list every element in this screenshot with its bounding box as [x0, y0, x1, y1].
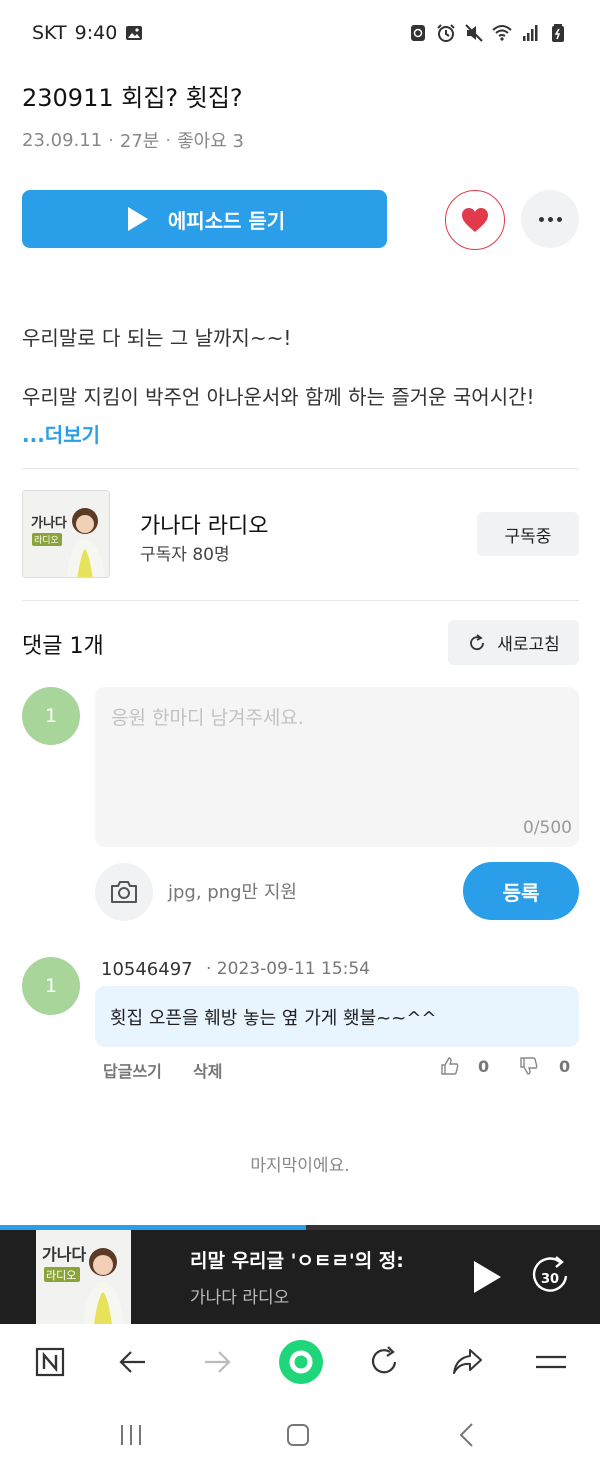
green-home-button[interactable]: [278, 1339, 324, 1385]
description-line-1: 우리말로 다 되는 그 날까지~~!: [22, 326, 292, 350]
signal-icon: [523, 25, 538, 41]
submit-comment-button[interactable]: 등록: [463, 862, 579, 920]
listen-episode-button[interactable]: 에피소드 듣기: [22, 190, 387, 248]
comment-dislike-button[interactable]: 0: [519, 1056, 570, 1076]
channel-subscriber-count: 구독자 80명: [140, 545, 230, 565]
system-nav-bar: [0, 1402, 600, 1467]
upload-hint: jpg, png만 지원: [168, 882, 297, 903]
mini-thumbnail-art: 가나다 라디오: [36, 1230, 131, 1324]
end-of-list-text: 마지막이에요.: [250, 1156, 350, 1176]
back-button[interactable]: [113, 1342, 153, 1382]
thumbs-down-icon: [520, 1057, 538, 1075]
naver-n-icon: [35, 1347, 65, 1377]
meta-separator: ·: [165, 129, 172, 151]
arrow-left-icon: [119, 1351, 145, 1373]
menu-button[interactable]: [531, 1342, 571, 1382]
mini-player[interactable]: 가나다 라디오 리말 우리글 'ㅇㅌㄹ'의 정: 가나다 라디오: [0, 1230, 600, 1324]
wifi-icon: [492, 25, 512, 41]
clock: 9:40: [74, 22, 118, 44]
status-bar: SKT 9:40: [0, 0, 600, 66]
recent-apps-icon: [121, 1425, 141, 1445]
listen-episode-label: 에피소드 듣기: [167, 208, 286, 233]
carrier-label: SKT: [32, 22, 67, 44]
comments-header: 댓글 1개: [22, 634, 104, 659]
mute-icon: [465, 24, 483, 42]
channel-thumbnail[interactable]: 가나다 라디오: [22, 490, 110, 578]
comment-dislike-count: 0: [559, 1056, 571, 1076]
channel-thumbnail-art: 가나다 라디오: [23, 491, 109, 577]
like-episode-button[interactable]: [445, 190, 505, 250]
browser-toolbar: [0, 1324, 600, 1402]
recycle-icon: [411, 25, 425, 41]
subscribe-button[interactable]: 구독중: [477, 512, 579, 556]
skip-label: 30: [541, 1272, 559, 1287]
mini-thumb-text-1: 가나다: [42, 1245, 86, 1264]
more-dot: [547, 216, 553, 222]
hamburger-icon: [536, 1355, 566, 1369]
episode-meta: 23.09.11 · 27분 · 좋아요 3: [22, 127, 244, 153]
delete-button[interactable]: 삭제: [193, 1058, 222, 1082]
mini-player-title: 리말 우리글 'ㅇㅌㄹ'의 정:: [190, 1250, 404, 1272]
recent-apps-button[interactable]: [116, 1420, 146, 1450]
channel-name[interactable]: 가나다 라디오: [140, 508, 268, 540]
avatar: 1: [22, 687, 80, 745]
avatar: 1: [22, 957, 80, 1015]
episode-duration: 27분: [119, 131, 160, 152]
system-back-button[interactable]: [452, 1420, 482, 1450]
channel-thumb-text-2: 라디오: [34, 535, 59, 546]
episode-title: 230911 회집? 횟집?: [22, 84, 243, 112]
green-dot-icon: [279, 1340, 323, 1384]
camera-icon: [111, 881, 137, 903]
heart-icon: [462, 208, 488, 232]
comment-like-count: 0: [478, 1056, 490, 1076]
forward-button[interactable]: [197, 1342, 237, 1382]
more-dot: [538, 216, 544, 222]
reply-button[interactable]: 답글쓰기: [103, 1058, 162, 1082]
mini-player-thumbnail: 가나다 라디오: [36, 1230, 131, 1324]
comment-text: 횟집 오픈을 훼방 놓는 옆 가게 횃불~~^^: [95, 986, 579, 1047]
play-icon: [127, 207, 148, 231]
status-left: SKT 9:40: [32, 22, 143, 44]
share-button[interactable]: [447, 1342, 487, 1382]
battery-icon: [552, 24, 564, 42]
episode-date: 23.09.11: [22, 129, 103, 151]
chevron-left-icon: [459, 1423, 473, 1447]
naver-home-button[interactable]: [30, 1342, 70, 1382]
more-dot: [556, 216, 562, 222]
skip-forward-30-icon[interactable]: 30: [530, 1254, 570, 1296]
attach-photo-button[interactable]: [95, 863, 153, 921]
home-button[interactable]: [283, 1420, 313, 1450]
reload-icon: [371, 1346, 397, 1374]
comment-like-button[interactable]: 0: [440, 1056, 489, 1076]
divider: [22, 468, 579, 469]
mini-player-channel: 가나다 라디오: [190, 1288, 290, 1308]
refresh-label: 새로고침: [497, 635, 560, 655]
more-options-button[interactable]: [521, 190, 579, 248]
refresh-icon: [470, 633, 485, 650]
share-icon: [453, 1349, 482, 1374]
arrow-right-icon: [205, 1351, 231, 1373]
thumbs-up-icon: [441, 1057, 459, 1075]
read-more-link[interactable]: ...더보기: [22, 419, 100, 448]
comment-date: · 2023-09-11 15:54: [206, 959, 370, 979]
status-icons: [408, 23, 568, 43]
home-square-icon: [287, 1424, 309, 1446]
channel-thumb-text-1: 가나다: [31, 515, 67, 531]
episode-likes: 좋아요 3: [177, 131, 244, 152]
mini-thumb-text-2: 라디오: [46, 1269, 76, 1282]
char-count: 0/500: [523, 818, 572, 838]
description-line-2: 우리말 지킴이 박주언 아나운서와 함께 하는 즐거운 국어시간!: [22, 385, 535, 409]
alarm-icon: [437, 24, 455, 42]
image-notification-icon: [126, 26, 143, 40]
refresh-button[interactable]: 새로고침: [448, 620, 579, 665]
reload-button[interactable]: [364, 1342, 404, 1382]
mini-play-icon[interactable]: [470, 1258, 504, 1296]
meta-separator: ·: [108, 129, 114, 151]
comment-author: 10546497: [101, 959, 193, 980]
divider: [22, 600, 579, 601]
